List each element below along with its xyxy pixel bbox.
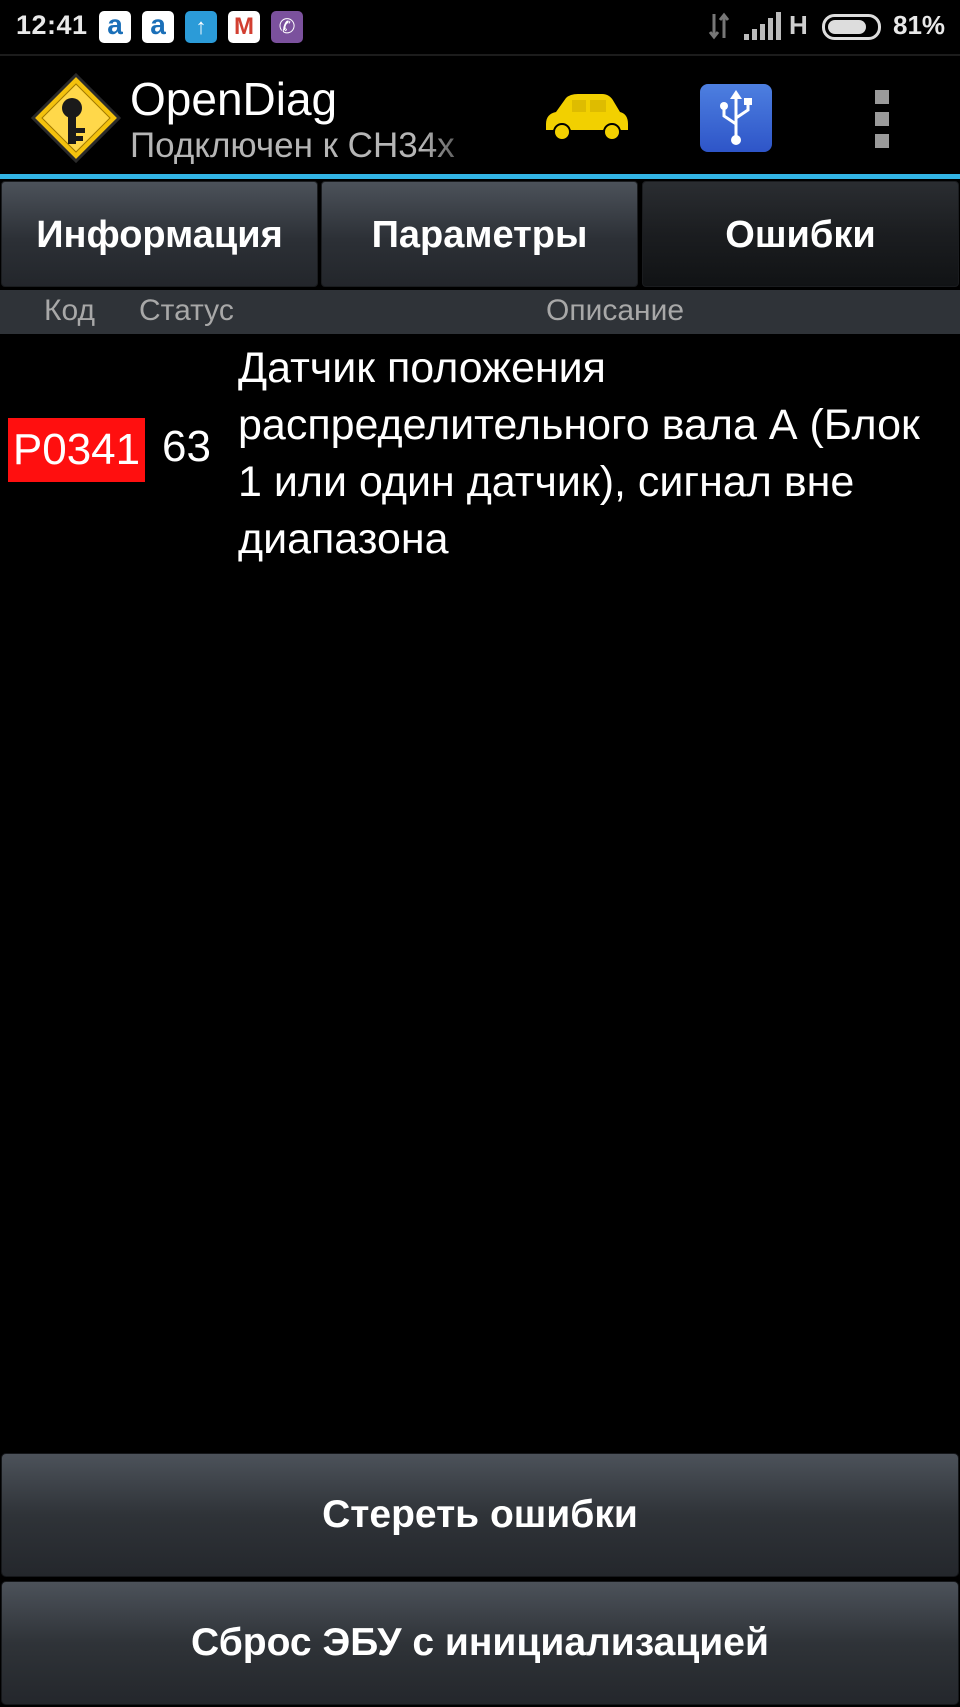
column-status: Статус <box>139 294 234 327</box>
car-icon[interactable] <box>542 92 630 142</box>
usb-icon[interactable] <box>700 84 772 152</box>
viber-icon: ✆ <box>271 11 303 43</box>
table-row[interactable]: P0341 63 Датчик положения распределитель… <box>0 340 960 570</box>
tab-bar: Информация Параметры Ошибки <box>0 181 960 289</box>
action-bar: OpenDiag Подключен к CH34x <box>0 56 960 179</box>
battery-percent: 81% <box>893 10 946 40</box>
tab-parameters[interactable]: Параметры <box>321 181 638 287</box>
upload-icon: ↑ <box>185 11 217 43</box>
aliexpress-icon: a <box>142 11 174 43</box>
tab-errors[interactable]: Ошибки <box>642 181 959 287</box>
status-time: 12:41 <box>16 10 88 40</box>
app-logo-icon[interactable] <box>30 72 122 164</box>
table-header: Код Статус Описание <box>0 290 960 334</box>
signal-icon <box>744 12 781 40</box>
clear-errors-button[interactable]: Стереть ошибки <box>1 1453 959 1577</box>
network-type: H <box>789 10 808 40</box>
data-activity-icon <box>708 12 730 40</box>
overflow-menu-icon[interactable] <box>870 90 894 150</box>
gmail-icon: M <box>228 11 260 43</box>
tab-info[interactable]: Информация <box>1 181 318 287</box>
aliexpress-icon: a <box>99 11 131 43</box>
status-bar: 12:41 a a ↑ M ✆ H 81% <box>0 0 960 56</box>
battery-icon <box>822 14 881 40</box>
connection-status: Подключен к CH34x <box>130 126 455 165</box>
reset-ecu-button[interactable]: Сброс ЭБУ с инициализацией <box>1 1581 959 1705</box>
error-code: P0341 <box>8 418 145 482</box>
app-title: OpenDiag <box>130 73 338 125</box>
column-description: Описание <box>546 294 685 327</box>
error-description: Датчик положения распределительного вала… <box>238 344 920 563</box>
column-code: Код <box>44 294 96 327</box>
error-status: 63 <box>162 422 211 471</box>
